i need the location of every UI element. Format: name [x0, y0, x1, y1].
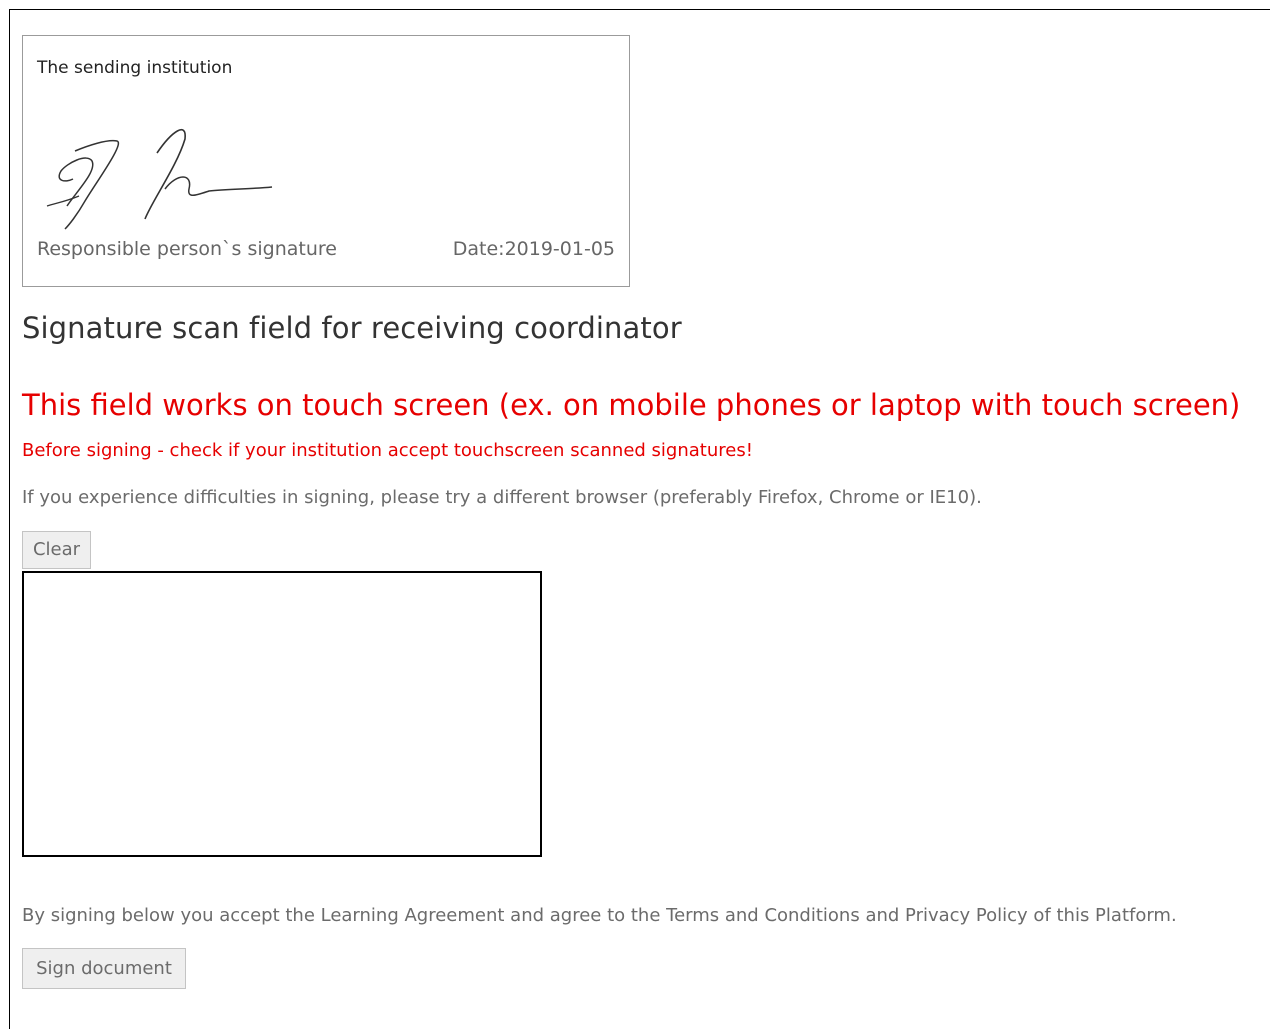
signature-date: Date:2019-01-05: [452, 238, 615, 260]
browser-hint: If you experience difficulties in signin…: [22, 487, 982, 508]
sending-institution-label: The sending institution: [37, 58, 233, 78]
page-title: Signature scan field for receiving coord…: [22, 311, 682, 345]
handwritten-signature-image: [46, 128, 273, 230]
touch-screen-warning: This field works on touch screen (ex. on…: [22, 388, 1241, 422]
responsible-signature-label: Responsible person`s signature: [37, 238, 337, 260]
sign-document-button[interactable]: Sign document: [22, 948, 186, 989]
signature-canvas[interactable]: [22, 571, 542, 857]
institution-check-warning: Before signing - check if your instituti…: [22, 440, 753, 461]
terms-notice: By signing below you accept the Learning…: [22, 905, 1177, 926]
clear-button[interactable]: Clear: [22, 531, 91, 569]
existing-signature-card: The sending institution Responsible pers…: [22, 35, 630, 287]
